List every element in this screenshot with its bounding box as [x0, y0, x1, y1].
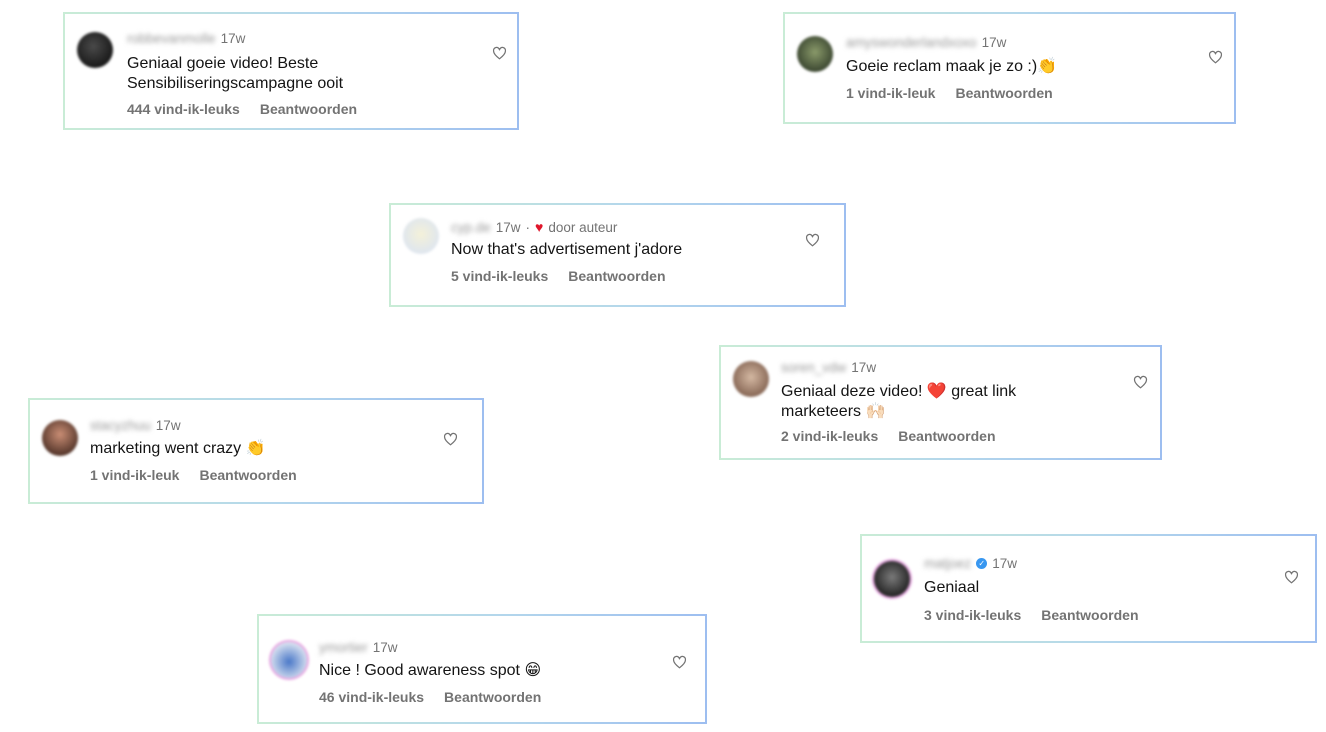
username[interactable]: cyp.de: [451, 220, 491, 235]
like-count[interactable]: 2 vind-ik-leuks: [781, 428, 878, 444]
username[interactable]: amyswonderlandxoxo: [846, 35, 977, 50]
heart-icon[interactable]: [1133, 375, 1148, 390]
timestamp: 17w: [495, 219, 521, 235]
heart-icon[interactable]: [492, 46, 507, 61]
comment-text: Geniaal deze video! ❤️ great link market…: [781, 383, 1017, 420]
comment-card: stacyzhuu 17w marketing went crazy 👏 1 v…: [28, 398, 484, 504]
like-count[interactable]: 3 vind-ik-leuks: [924, 607, 1021, 623]
timestamp: 17w: [992, 556, 1018, 571]
like-count[interactable]: 46 vind-ik-leuks: [319, 689, 424, 705]
reply-button[interactable]: Beantwoorden: [1041, 607, 1138, 623]
reply-button[interactable]: Beantwoorden: [568, 268, 665, 284]
heart-icon[interactable]: [443, 432, 458, 447]
comment-text: Goeie reclam maak je zo :)👏: [846, 58, 1058, 75]
timestamp: 17w: [851, 360, 877, 375]
avatar[interactable]: [874, 561, 910, 597]
username[interactable]: matjoez: [924, 556, 971, 571]
username[interactable]: soren_vdw: [781, 360, 846, 375]
like-count[interactable]: 1 vind-ik-leuk: [90, 467, 179, 483]
avatar[interactable]: [271, 642, 307, 678]
separator: ·: [525, 219, 531, 235]
comment-card: robbevanmolle 17w Geniaal goeie video! B…: [63, 12, 519, 130]
reply-button[interactable]: Beantwoorden: [260, 101, 357, 117]
comment-text: Geniaal goeie video! Beste Sensibiliseri…: [127, 55, 344, 92]
like-count[interactable]: 444 vind-ik-leuks: [127, 101, 240, 117]
heart-icon[interactable]: [1208, 50, 1223, 65]
like-count[interactable]: 5 vind-ik-leuks: [451, 268, 548, 284]
author-liked-label: door auteur: [548, 219, 618, 235]
comment-text: Now that's advertisement j'adore: [451, 241, 683, 258]
heart-icon[interactable]: [672, 655, 687, 670]
comment-card: ymortier 17w Nice ! Good awareness spot …: [257, 614, 707, 724]
reply-button[interactable]: Beantwoorden: [898, 428, 995, 444]
timestamp: 17w: [981, 35, 1007, 50]
timestamp: 17w: [372, 640, 398, 655]
verified-badge-icon: ✓: [976, 558, 988, 569]
heart-icon[interactable]: [805, 233, 820, 248]
reply-button[interactable]: Beantwoorden: [444, 689, 541, 705]
comment-card: cyp.de 17w · ♥ door auteur Now that's ad…: [389, 203, 846, 307]
comment-text: Geniaal: [924, 579, 980, 596]
heart-icon: ♥: [535, 219, 544, 235]
comment-text: marketing went crazy 👏: [90, 440, 266, 457]
avatar[interactable]: [42, 420, 78, 456]
timestamp: 17w: [220, 31, 246, 46]
heart-icon[interactable]: [1284, 570, 1299, 585]
comment-text: Nice ! Good awareness spot 😁: [319, 662, 542, 679]
comment-card: matjoez ✓ 17w Geniaal 3 vind-ik-leuks Bea…: [860, 534, 1317, 643]
avatar[interactable]: [797, 36, 833, 72]
username[interactable]: ymortier: [319, 640, 368, 655]
avatar[interactable]: [77, 32, 113, 68]
avatar[interactable]: [733, 361, 769, 397]
like-count[interactable]: 1 vind-ik-leuk: [846, 85, 935, 101]
timestamp: 17w: [155, 418, 181, 433]
reply-button[interactable]: Beantwoorden: [199, 467, 296, 483]
comment-card: soren_vdw 17w Geniaal deze video! ❤️ gre…: [719, 345, 1162, 460]
username[interactable]: stacyzhuu: [90, 418, 151, 433]
reply-button[interactable]: Beantwoorden: [955, 85, 1052, 101]
comment-card: amyswonderlandxoxo 17w Goeie reclam maak…: [783, 12, 1236, 124]
username[interactable]: robbevanmolle: [127, 31, 216, 46]
avatar[interactable]: [403, 218, 439, 254]
